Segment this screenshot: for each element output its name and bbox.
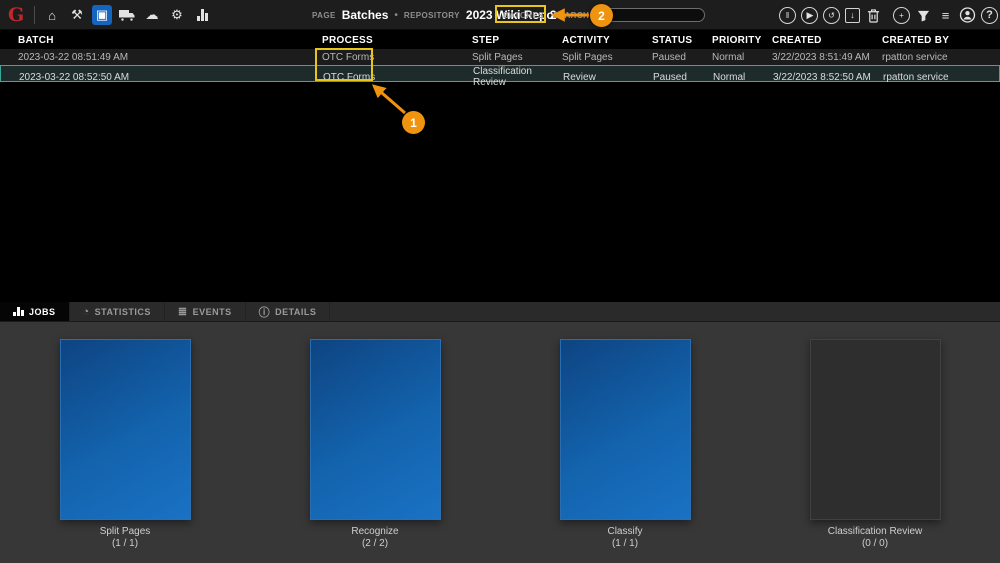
- job-control-group: ‖ ▶ ↺ ↓: [779, 0, 882, 30]
- details-tab-icon: ⓘ: [259, 304, 271, 320]
- job-item: Recognize (2 / 2): [250, 322, 500, 563]
- services-icon[interactable]: ≡: [937, 7, 954, 24]
- cell-created-by: rpatton service: [882, 52, 1000, 63]
- search-area: SEARCH: [553, 0, 705, 30]
- cell-created-by: rpatton service: [883, 72, 999, 83]
- infrastructure-icon[interactable]: ⚙: [167, 5, 187, 25]
- jobs-panel: Split Pages (1 / 1) Recognize (2 / 2) Cl…: [0, 322, 1000, 563]
- callout-badge-1: 1: [402, 111, 425, 134]
- account-icon[interactable]: [959, 7, 976, 24]
- tab-label: STATISTICS: [95, 307, 151, 317]
- search-label: SEARCH: [553, 11, 589, 20]
- nav-icon-group: ⌂ ⚒ ▣ ☁ ⚙: [42, 0, 212, 30]
- job-item: Classify (1 / 1): [500, 322, 750, 563]
- column-header-batch: BATCH: [18, 35, 322, 46]
- batches-label: BATCHES: [503, 11, 544, 20]
- column-header-activity: ACTIVITY: [562, 35, 652, 46]
- grooper-logo: G: [8, 3, 24, 27]
- batches-counter: BATCHES 2: [503, 0, 557, 30]
- stats-icon[interactable]: [192, 5, 212, 25]
- tab-label: EVENTS: [193, 307, 232, 317]
- cell-activity: Review: [563, 72, 653, 83]
- breadcrumb-separator: •: [394, 10, 398, 21]
- cell-priority: Normal: [712, 52, 772, 63]
- play-button[interactable]: ▶: [801, 7, 818, 24]
- cloud-upload-icon[interactable]: ☁: [142, 5, 162, 25]
- cell-process: OTC Forms: [322, 52, 472, 63]
- job-count: (1 / 1): [612, 538, 638, 549]
- batch-table-header: BATCH PROCESS STEP ACTIVITY STATUS PRIOR…: [0, 32, 1000, 49]
- cell-status: Paused: [653, 72, 713, 83]
- tab-label: DETAILS: [275, 307, 316, 317]
- tab-statistics[interactable]: ◔ STATISTICS: [70, 302, 165, 321]
- repository-label: REPOSITORY: [404, 11, 460, 20]
- job-thumbnail-recognize[interactable]: [310, 339, 441, 520]
- top-bar: G ⌂ ⚒ ▣ ☁ ⚙ PAGE Batches • REPOSITORY 20…: [0, 0, 1000, 30]
- cell-step: Classification Review: [473, 66, 563, 88]
- help-icon[interactable]: ?: [981, 7, 998, 24]
- cell-priority: Normal: [713, 72, 773, 83]
- job-item: Split Pages (1 / 1): [0, 322, 250, 563]
- job-title: Recognize: [351, 526, 398, 537]
- job-count: (2 / 2): [362, 538, 388, 549]
- column-header-step: STEP: [472, 35, 562, 46]
- cell-status: Paused: [652, 52, 712, 63]
- column-header-process: PROCESS: [322, 35, 472, 46]
- cell-created: 3/22/2023 8:51:49 AM: [772, 52, 882, 63]
- callout-arrow-1: [374, 86, 405, 113]
- tab-events[interactable]: ≣ EVENTS: [165, 302, 246, 321]
- history-icon[interactable]: ↺: [823, 7, 840, 24]
- cell-batch: 2023-03-22 08:52:50 AM: [19, 72, 323, 83]
- job-thumbnail-split-pages[interactable]: [60, 339, 191, 520]
- cell-batch: 2023-03-22 08:51:49 AM: [18, 52, 322, 63]
- table-row-selected[interactable]: 2023-03-22 08:52:50 AM OTC Forms Classif…: [0, 65, 1000, 82]
- search-input[interactable]: [593, 8, 705, 22]
- pause-button[interactable]: ‖: [779, 7, 796, 24]
- add-button[interactable]: +: [893, 7, 910, 24]
- job-count: (0 / 0): [862, 538, 888, 549]
- job-thumbnail-classify[interactable]: [560, 339, 691, 520]
- detail-panel: JOBS ◔ STATISTICS ≣ EVENTS ⓘ DETAILS Spl…: [0, 302, 1000, 563]
- system-icon-group: ≡ ?: [937, 0, 998, 30]
- cell-activity: Split Pages: [562, 52, 652, 63]
- truck-icon[interactable]: [117, 5, 137, 25]
- bar-chart-icon: [197, 9, 208, 21]
- events-tab-icon: ≣: [178, 305, 188, 318]
- cell-step: Split Pages: [472, 52, 562, 63]
- tab-label: JOBS: [29, 307, 56, 317]
- page-label: PAGE: [312, 11, 336, 20]
- job-item: Classification Review (0 / 0): [750, 322, 1000, 563]
- home-icon[interactable]: ⌂: [42, 5, 62, 25]
- topbar-divider: [34, 6, 35, 24]
- column-header-priority: PRIORITY: [712, 35, 772, 46]
- tab-jobs[interactable]: JOBS: [0, 302, 70, 321]
- column-header-created-by: CREATED BY: [882, 35, 1000, 46]
- design-icon[interactable]: ⚒: [67, 5, 87, 25]
- job-title: Split Pages: [100, 526, 151, 537]
- job-title: Classify: [607, 526, 642, 537]
- job-count: (1 / 1): [112, 538, 138, 549]
- column-header-status: STATUS: [652, 35, 712, 46]
- job-title: Classification Review: [828, 526, 922, 537]
- column-header-created: CREATED: [772, 35, 882, 46]
- filter-icon[interactable]: [915, 7, 932, 24]
- job-thumbnail-classification-review[interactable]: [810, 339, 941, 520]
- download-button[interactable]: ↓: [845, 8, 860, 23]
- cell-process: OTC Forms: [323, 72, 473, 83]
- list-action-group: +: [893, 0, 932, 30]
- statistics-tab-icon: ◔: [83, 306, 90, 318]
- tab-details[interactable]: ⓘ DETAILS: [246, 302, 331, 321]
- detail-tab-bar: JOBS ◔ STATISTICS ≣ EVENTS ⓘ DETAILS: [0, 302, 1000, 322]
- page-value: Batches: [342, 8, 389, 22]
- table-row[interactable]: 2023-03-22 08:51:49 AM OTC Forms Split P…: [0, 49, 1000, 65]
- jobs-tab-icon: [13, 307, 24, 316]
- batch-processing-icon[interactable]: ▣: [92, 5, 112, 25]
- trash-icon[interactable]: [865, 7, 882, 24]
- cell-created: 3/22/2023 8:52:50 AM: [773, 72, 883, 83]
